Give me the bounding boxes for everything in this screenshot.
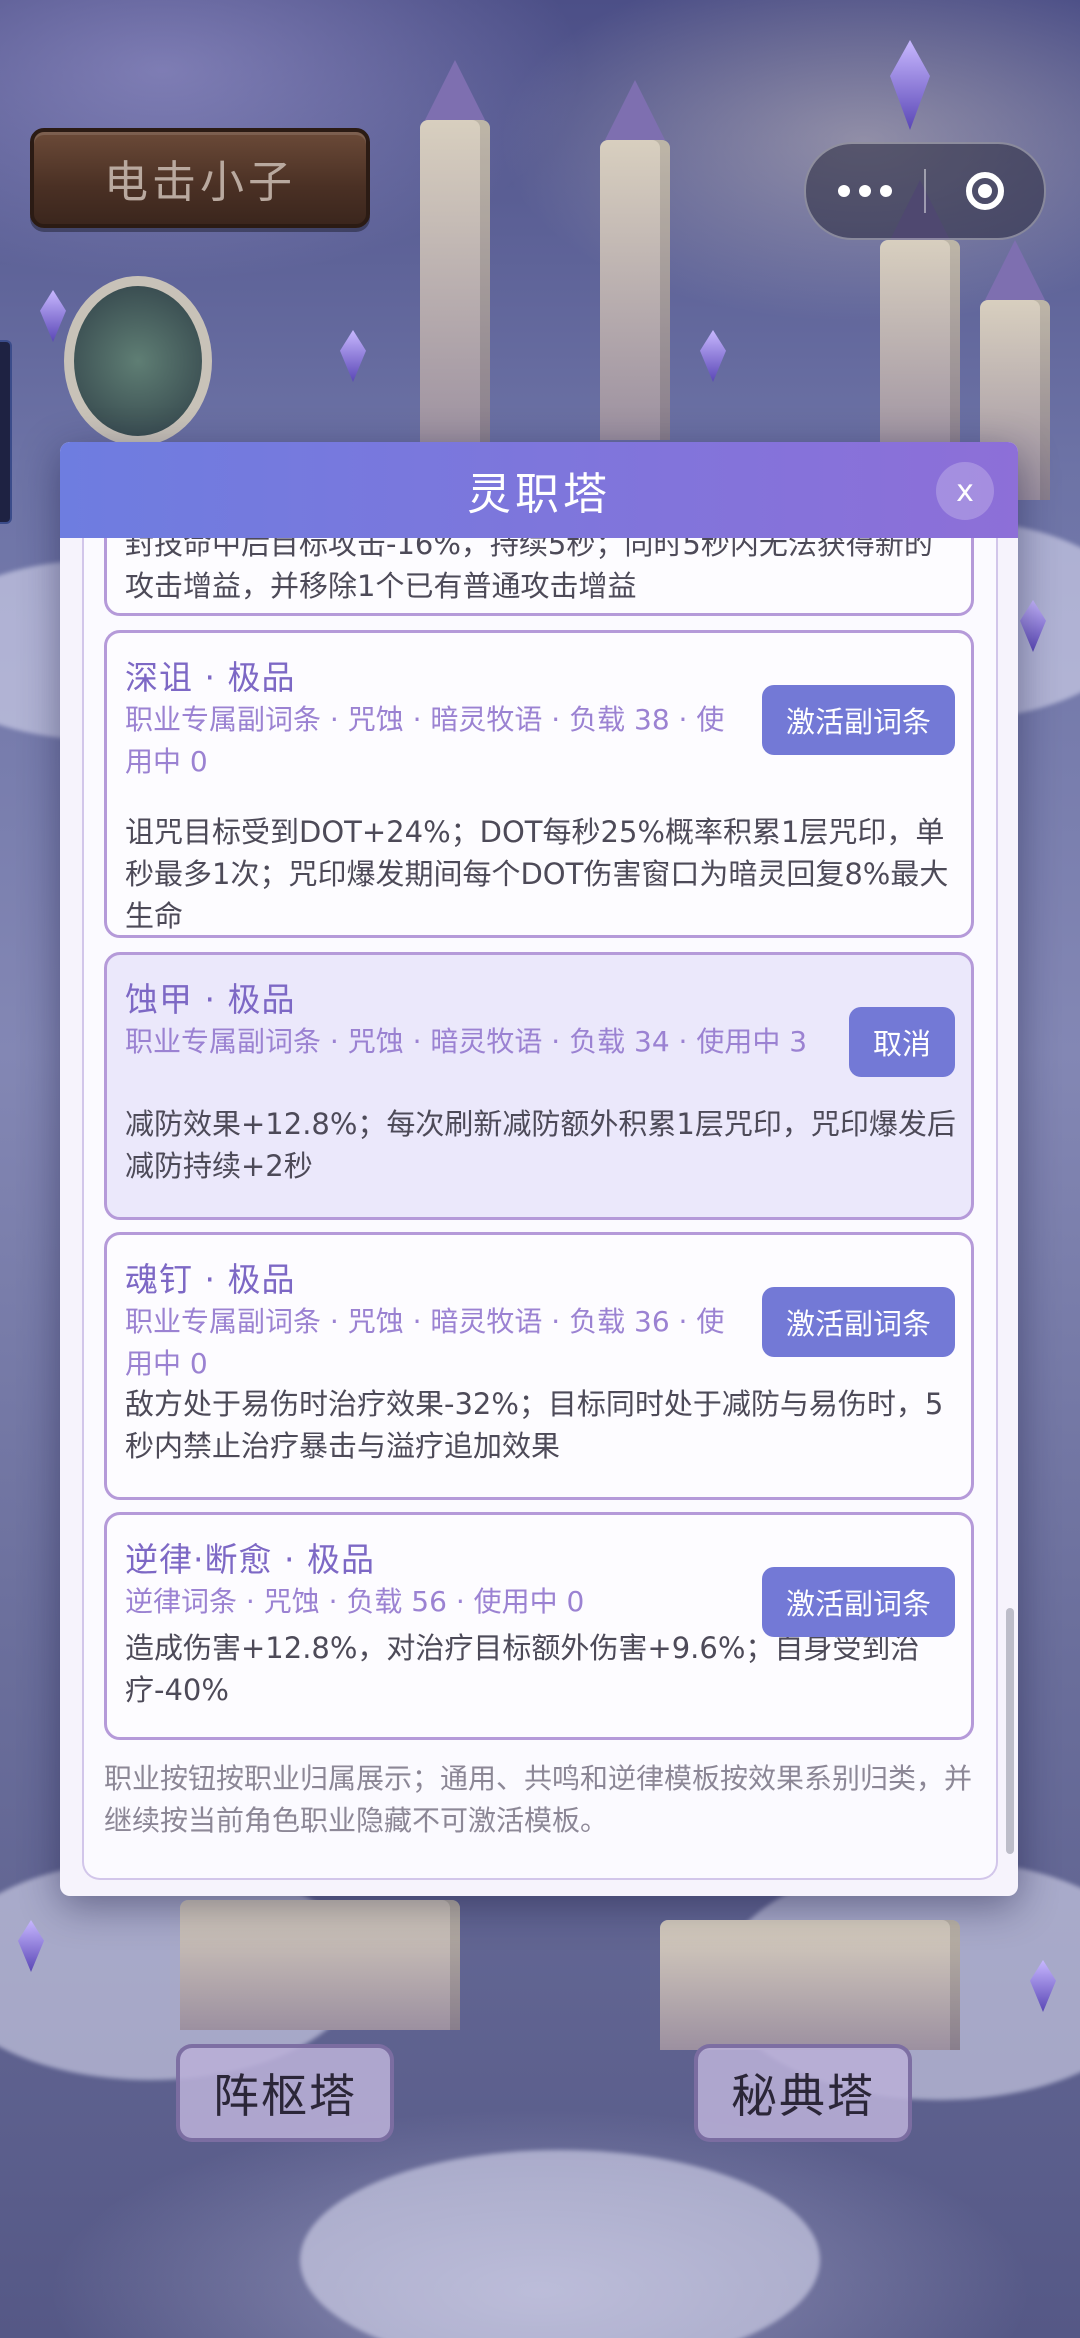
affix-title: 深诅 · 极品 <box>125 658 296 697</box>
modal-title: 灵职塔 <box>467 469 611 520</box>
mirror-decoration <box>64 276 212 446</box>
affix-card: 深诅 · 极品 职业专属副词条 · 咒蚀 · 暗灵牧语 · 负载 38 · 使用… <box>104 630 974 938</box>
activate-affix-button[interactable]: 激活副词条 <box>761 1287 955 1357</box>
tower-button-zhenshu[interactable]: 阵枢塔 <box>176 2044 394 2142</box>
tower-button-label: 秘典塔 <box>731 2069 875 2123</box>
affix-meta: 职业专属副词条 · 咒蚀 · 暗灵牧语 · 负载 34 · 使用中 3 <box>125 1025 808 1058</box>
target-circle-icon <box>966 172 1004 210</box>
affix-title: 逆律·断愈 · 极品 <box>125 1540 375 1579</box>
affix-title: 蚀甲 · 极品 <box>125 980 296 1019</box>
cancel-affix-button[interactable]: 取消 <box>848 1007 955 1077</box>
affix-desc: 减防效果+12.8%；每次刷新减防额外积累1层咒印，咒印爆发后减防持续+2秒 <box>125 1107 956 1183</box>
scrollbar[interactable] <box>1006 1608 1014 1854</box>
footnote: 职业按钮按职业归属展示；通用、共鸣和逆律模板按效果系别归类，并继续按当前角色职业… <box>104 1762 973 1837</box>
affix-title: 魂钉 · 极品 <box>125 1260 296 1299</box>
affix-desc: 封技命中后目标攻击-16%，持续5秒；同时5秒内无法获得新的攻击增益，并移除1个… <box>125 538 933 603</box>
spirit-tower-modal: 灵职塔 x 封技命中后目标攻击-16%，持续5秒；同时5秒内无法获得新的攻击增益… <box>60 442 1018 1896</box>
miniprogram-capsule <box>804 142 1046 240</box>
player-name: 电击小子 <box>104 157 296 208</box>
affix-desc: 诅咒目标受到DOT+24%；DOT每秒25%概率积累1层咒印，单秒最多1次；咒印… <box>125 815 949 933</box>
player-name-plate: 电击小子 <box>30 128 370 228</box>
activate-affix-button[interactable]: 激活副词条 <box>761 685 955 755</box>
affix-card: 逆律·断愈 · 极品 逆律词条 · 咒蚀 · 负载 56 · 使用中 0 造成伤… <box>104 1512 974 1740</box>
affix-card-partial: 封技命中后目标攻击-16%，持续5秒；同时5秒内无法获得新的攻击增益，并移除1个… <box>104 538 974 616</box>
tower-button-midian[interactable]: 秘典塔 <box>694 2044 912 2142</box>
side-drawer-handle[interactable] <box>0 340 12 524</box>
affix-desc: 敌方处于易伤时治疗效果-32%；目标同时处于减防与易伤时，5秒内禁止治疗暴击与溢… <box>125 1387 944 1463</box>
close-button[interactable]: x <box>936 462 994 520</box>
affix-list[interactable]: 封技命中后目标攻击-16%，持续5秒；同时5秒内无法获得新的攻击增益，并移除1个… <box>82 538 998 1880</box>
affix-meta: 逆律词条 · 咒蚀 · 负载 56 · 使用中 0 <box>125 1585 585 1618</box>
exit-button[interactable] <box>926 144 1044 238</box>
more-dots-icon[interactable] <box>806 144 924 238</box>
modal-header: 灵职塔 x <box>60 442 1018 538</box>
affix-card: 魂钉 · 极品 职业专属副词条 · 咒蚀 · 暗灵牧语 · 负载 36 · 使用… <box>104 1232 974 1500</box>
affix-card-active: 蚀甲 · 极品 职业专属副词条 · 咒蚀 · 暗灵牧语 · 负载 34 · 使用… <box>104 952 974 1220</box>
affix-meta: 职业专属副词条 · 咒蚀 · 暗灵牧语 · 负载 38 · 使用中 0 <box>125 703 725 778</box>
affix-desc: 造成伤害+12.8%，对治疗目标额外伤害+9.6%；自身受到治疗-40% <box>125 1631 920 1707</box>
activate-affix-button[interactable]: 激活副词条 <box>761 1567 955 1637</box>
affix-meta: 职业专属副词条 · 咒蚀 · 暗灵牧语 · 负载 36 · 使用中 0 <box>125 1305 725 1380</box>
tower-button-label: 阵枢塔 <box>213 2069 357 2123</box>
